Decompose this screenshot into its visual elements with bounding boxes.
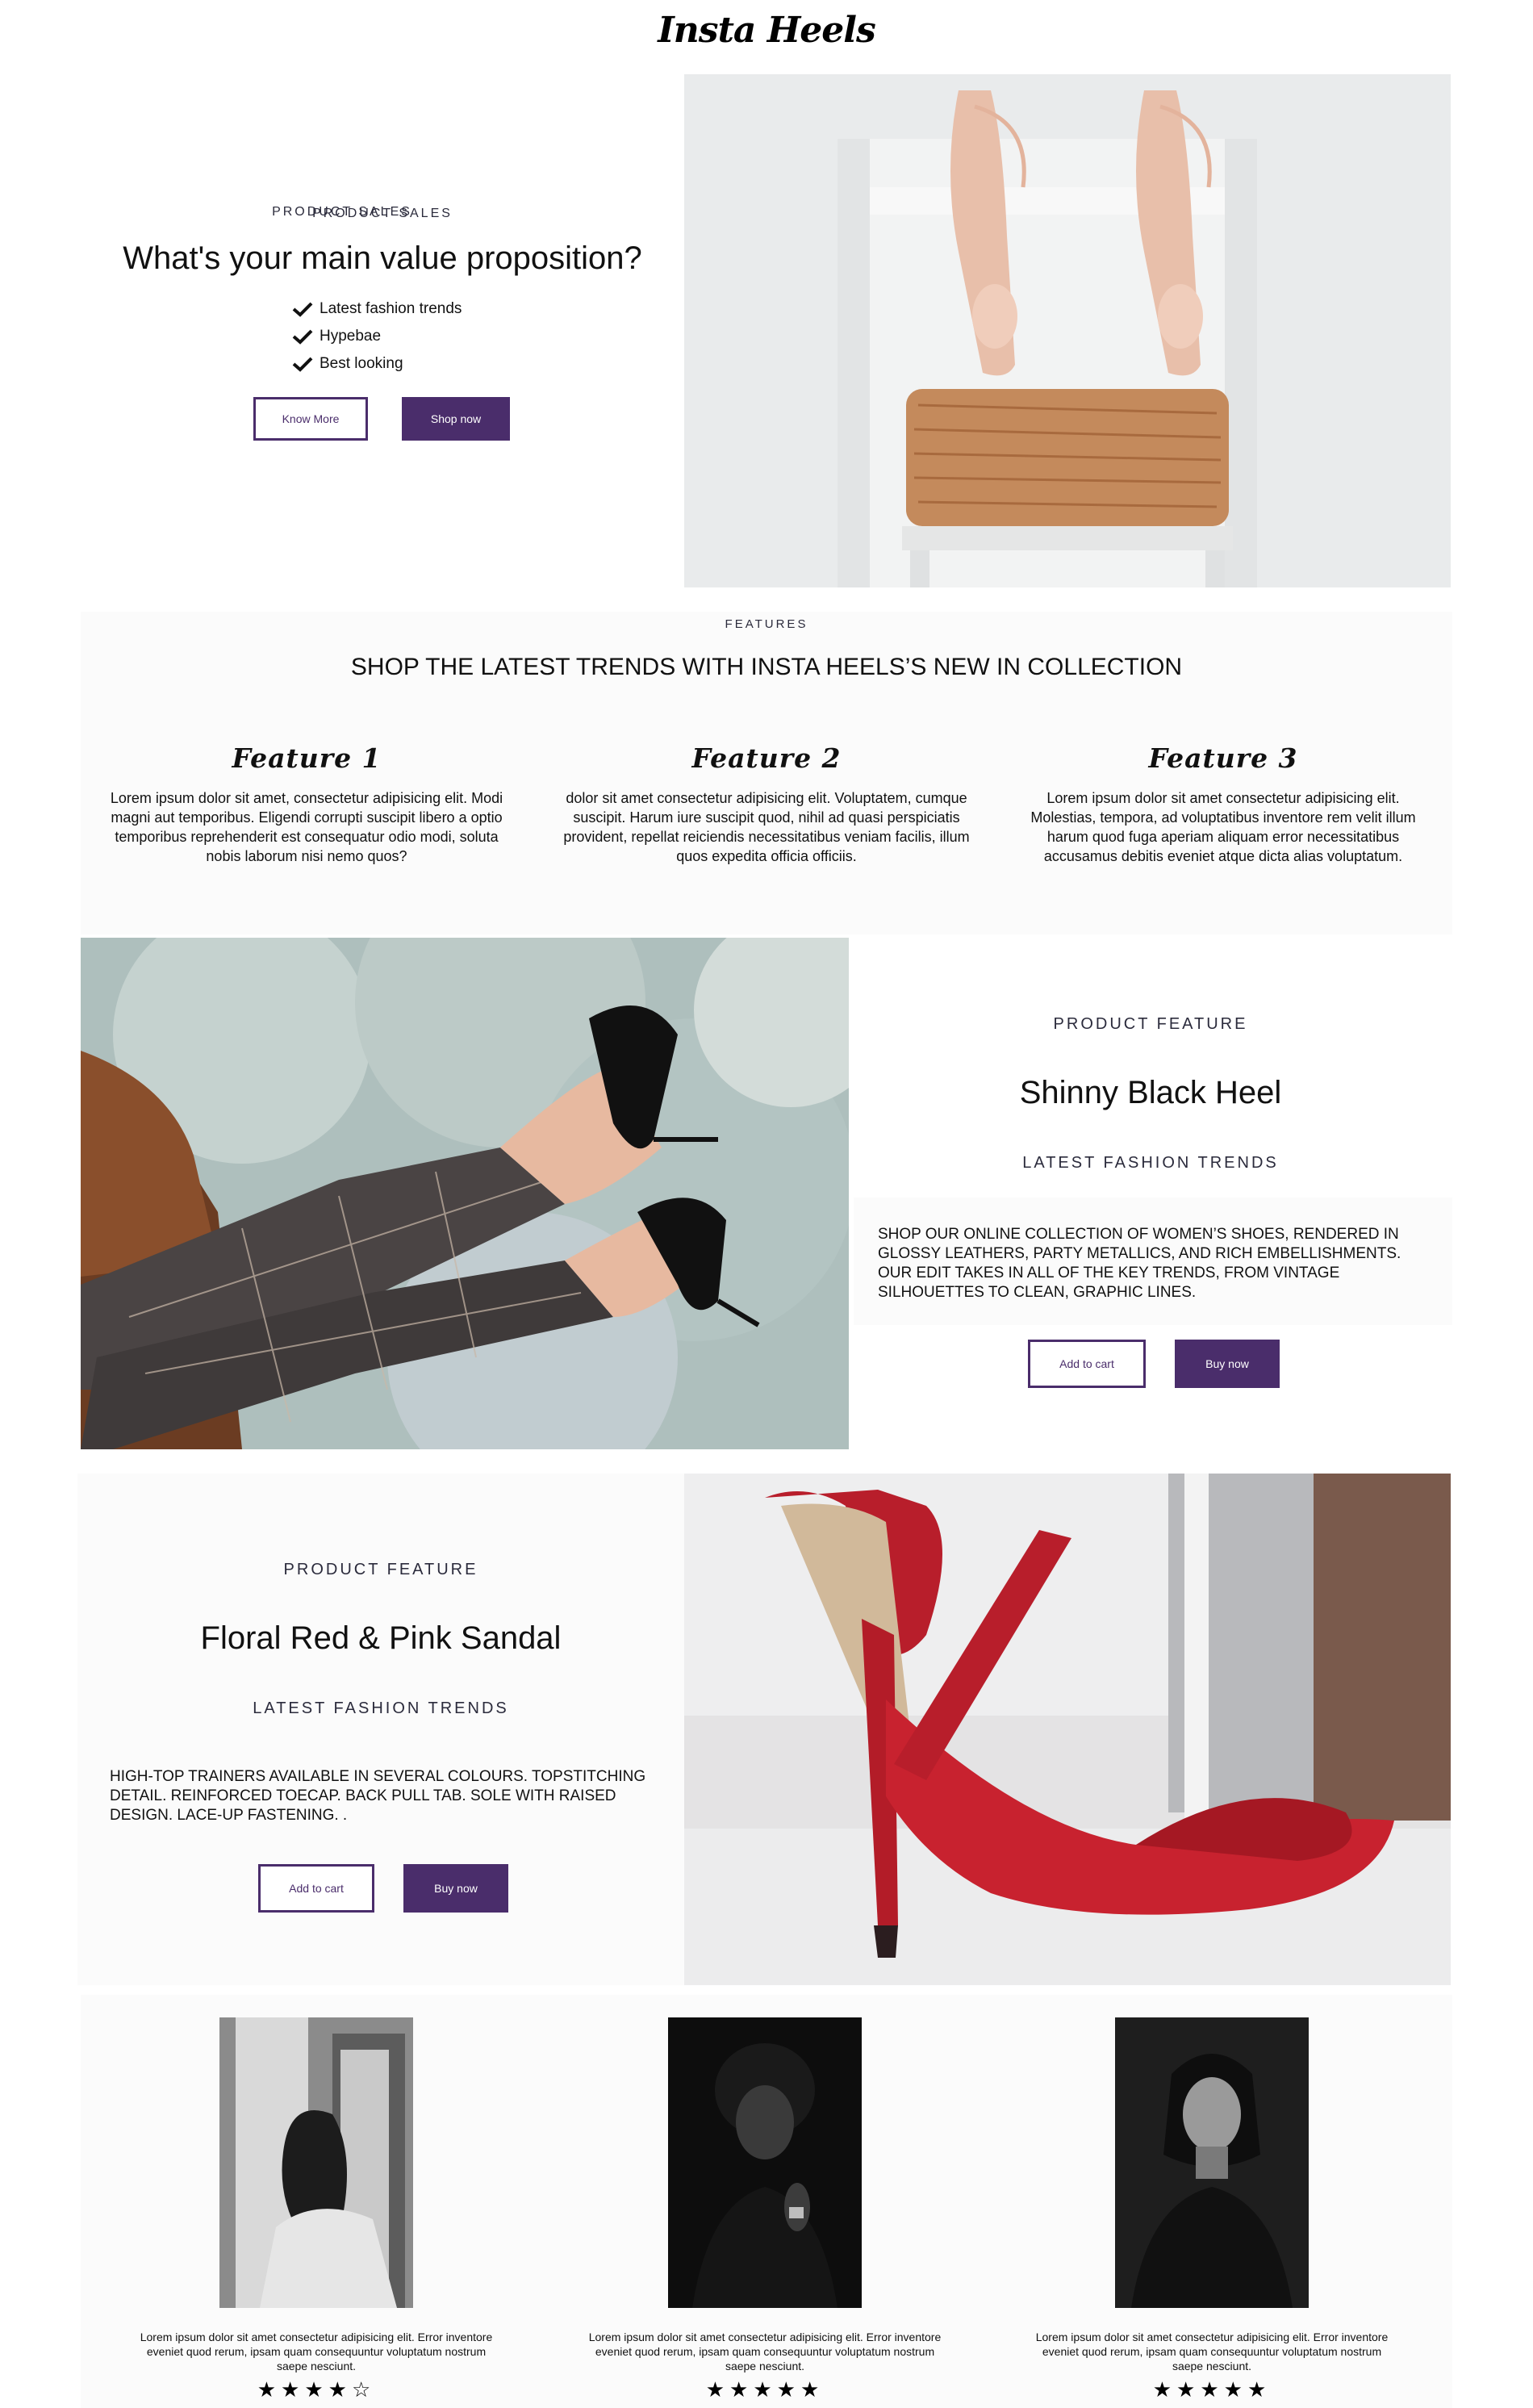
shop-now-button[interactable]: Shop now [402, 397, 510, 441]
product-feature-panel: PRODUCT FEATURE Shinny Black Heel LATEST… [849, 938, 1452, 1449]
description-panel: SHOP OUR ONLINE COLLECTION OF WOMEN’S SH… [854, 1198, 1452, 1325]
bullet-label: Hypebae [320, 328, 382, 345]
testimonial-text: Lorem ipsum dolor sit amet consectetur a… [588, 2331, 942, 2372]
bullet-item: Hypebae [292, 323, 462, 350]
rating-stars: ★★★★★ [705, 2378, 825, 2402]
product-title: Shinny Black Heel [1019, 1075, 1282, 1110]
product-description: SHOP OUR ONLINE COLLECTION OF WOMEN’S SH… [878, 1226, 1401, 1301]
product-description: HIGH-TOP TRAINERS AVAILABLE IN SEVERAL C… [110, 1768, 646, 1824]
check-icon [292, 329, 313, 345]
testimonial-avatar [219, 2017, 413, 2308]
hero-eyebrow-label: PRODUCT SALES [312, 207, 453, 220]
features-eyebrow: FEATURES [725, 617, 808, 631]
buy-now-button[interactable]: Buy now [1175, 1340, 1280, 1388]
feature-text: dolor sit amet consectetur adipisicing e… [563, 790, 970, 864]
testimonial-card: Lorem ipsum dolor sit amet consectetur a… [587, 2017, 942, 2402]
bullet-item: Latest fashion trends [292, 295, 462, 323]
testimonial-avatar [1115, 2017, 1309, 2308]
feature-title: Feature 3 [1148, 742, 1298, 774]
bullet-label: Latest fashion trends [320, 300, 462, 317]
rating-stars: ★★★★★ [1152, 2378, 1272, 2402]
red-sandal-image [684, 1474, 1451, 1985]
product-eyebrow: PRODUCT FEATURE [1053, 1015, 1248, 1033]
black-heel-image [81, 938, 849, 1449]
check-icon [292, 302, 313, 317]
testimonial-card: Lorem ipsum dolor sit amet consectetur a… [1034, 2017, 1389, 2402]
testimonial-text: Lorem ipsum dolor sit amet consectetur a… [140, 2331, 493, 2372]
bullet-label: Best looking [320, 355, 403, 372]
bullet-item: Best looking [292, 350, 462, 378]
product-feature-panel: PRODUCT FEATURE Floral Red & Pink Sandal… [77, 1474, 684, 1985]
product-title: Floral Red & Pink Sandal [200, 1620, 562, 1656]
feature-text: Lorem ipsum dolor sit amet, consectetur … [110, 790, 503, 864]
hero-title: What's your main value proposition? [123, 240, 642, 276]
check-icon [292, 357, 313, 372]
testimonial-text: Lorem ipsum dolor sit amet consectetur a… [1035, 2331, 1389, 2372]
hero-bullets: Latest fashion trends Hypebae Best looki… [292, 295, 462, 378]
feature-card: Feature 1 Lorem ipsum dolor sit amet, co… [97, 742, 516, 866]
testimonial-avatar [668, 2017, 862, 2308]
feature-title: Feature 1 [232, 742, 382, 774]
buy-now-button[interactable]: Buy now [403, 1864, 508, 1913]
feature-title: Feature 2 [691, 742, 842, 774]
product-eyebrow: PRODUCT FEATURE [283, 1561, 478, 1578]
features-title: SHOP THE LATEST TRENDS WITH INSTA HEELS’… [350, 654, 1183, 680]
brand-logo[interactable]: Insta Heels [0, 10, 1533, 51]
product-subtitle: LATEST FASHION TRENDS [253, 1699, 509, 1717]
testimonial-card: Lorem ipsum dolor sit amet consectetur a… [139, 2017, 494, 2402]
feature-card: Feature 2 dolor sit amet consectetur adi… [557, 742, 976, 866]
hero-sandals-image [684, 74, 1451, 587]
feature-card: Feature 3 Lorem ipsum dolor sit amet con… [1013, 742, 1433, 866]
add-to-cart-button[interactable]: Add to cart [258, 1864, 374, 1913]
product-subtitle: LATEST FASHION TRENDS [1022, 1154, 1279, 1172]
feature-text: Lorem ipsum dolor sit amet consectetur a… [1030, 790, 1416, 864]
know-more-button[interactable]: Know More [253, 397, 368, 441]
add-to-cart-button[interactable]: Add to cart [1028, 1340, 1146, 1388]
rating-stars: ★★★★☆ [257, 2378, 376, 2402]
